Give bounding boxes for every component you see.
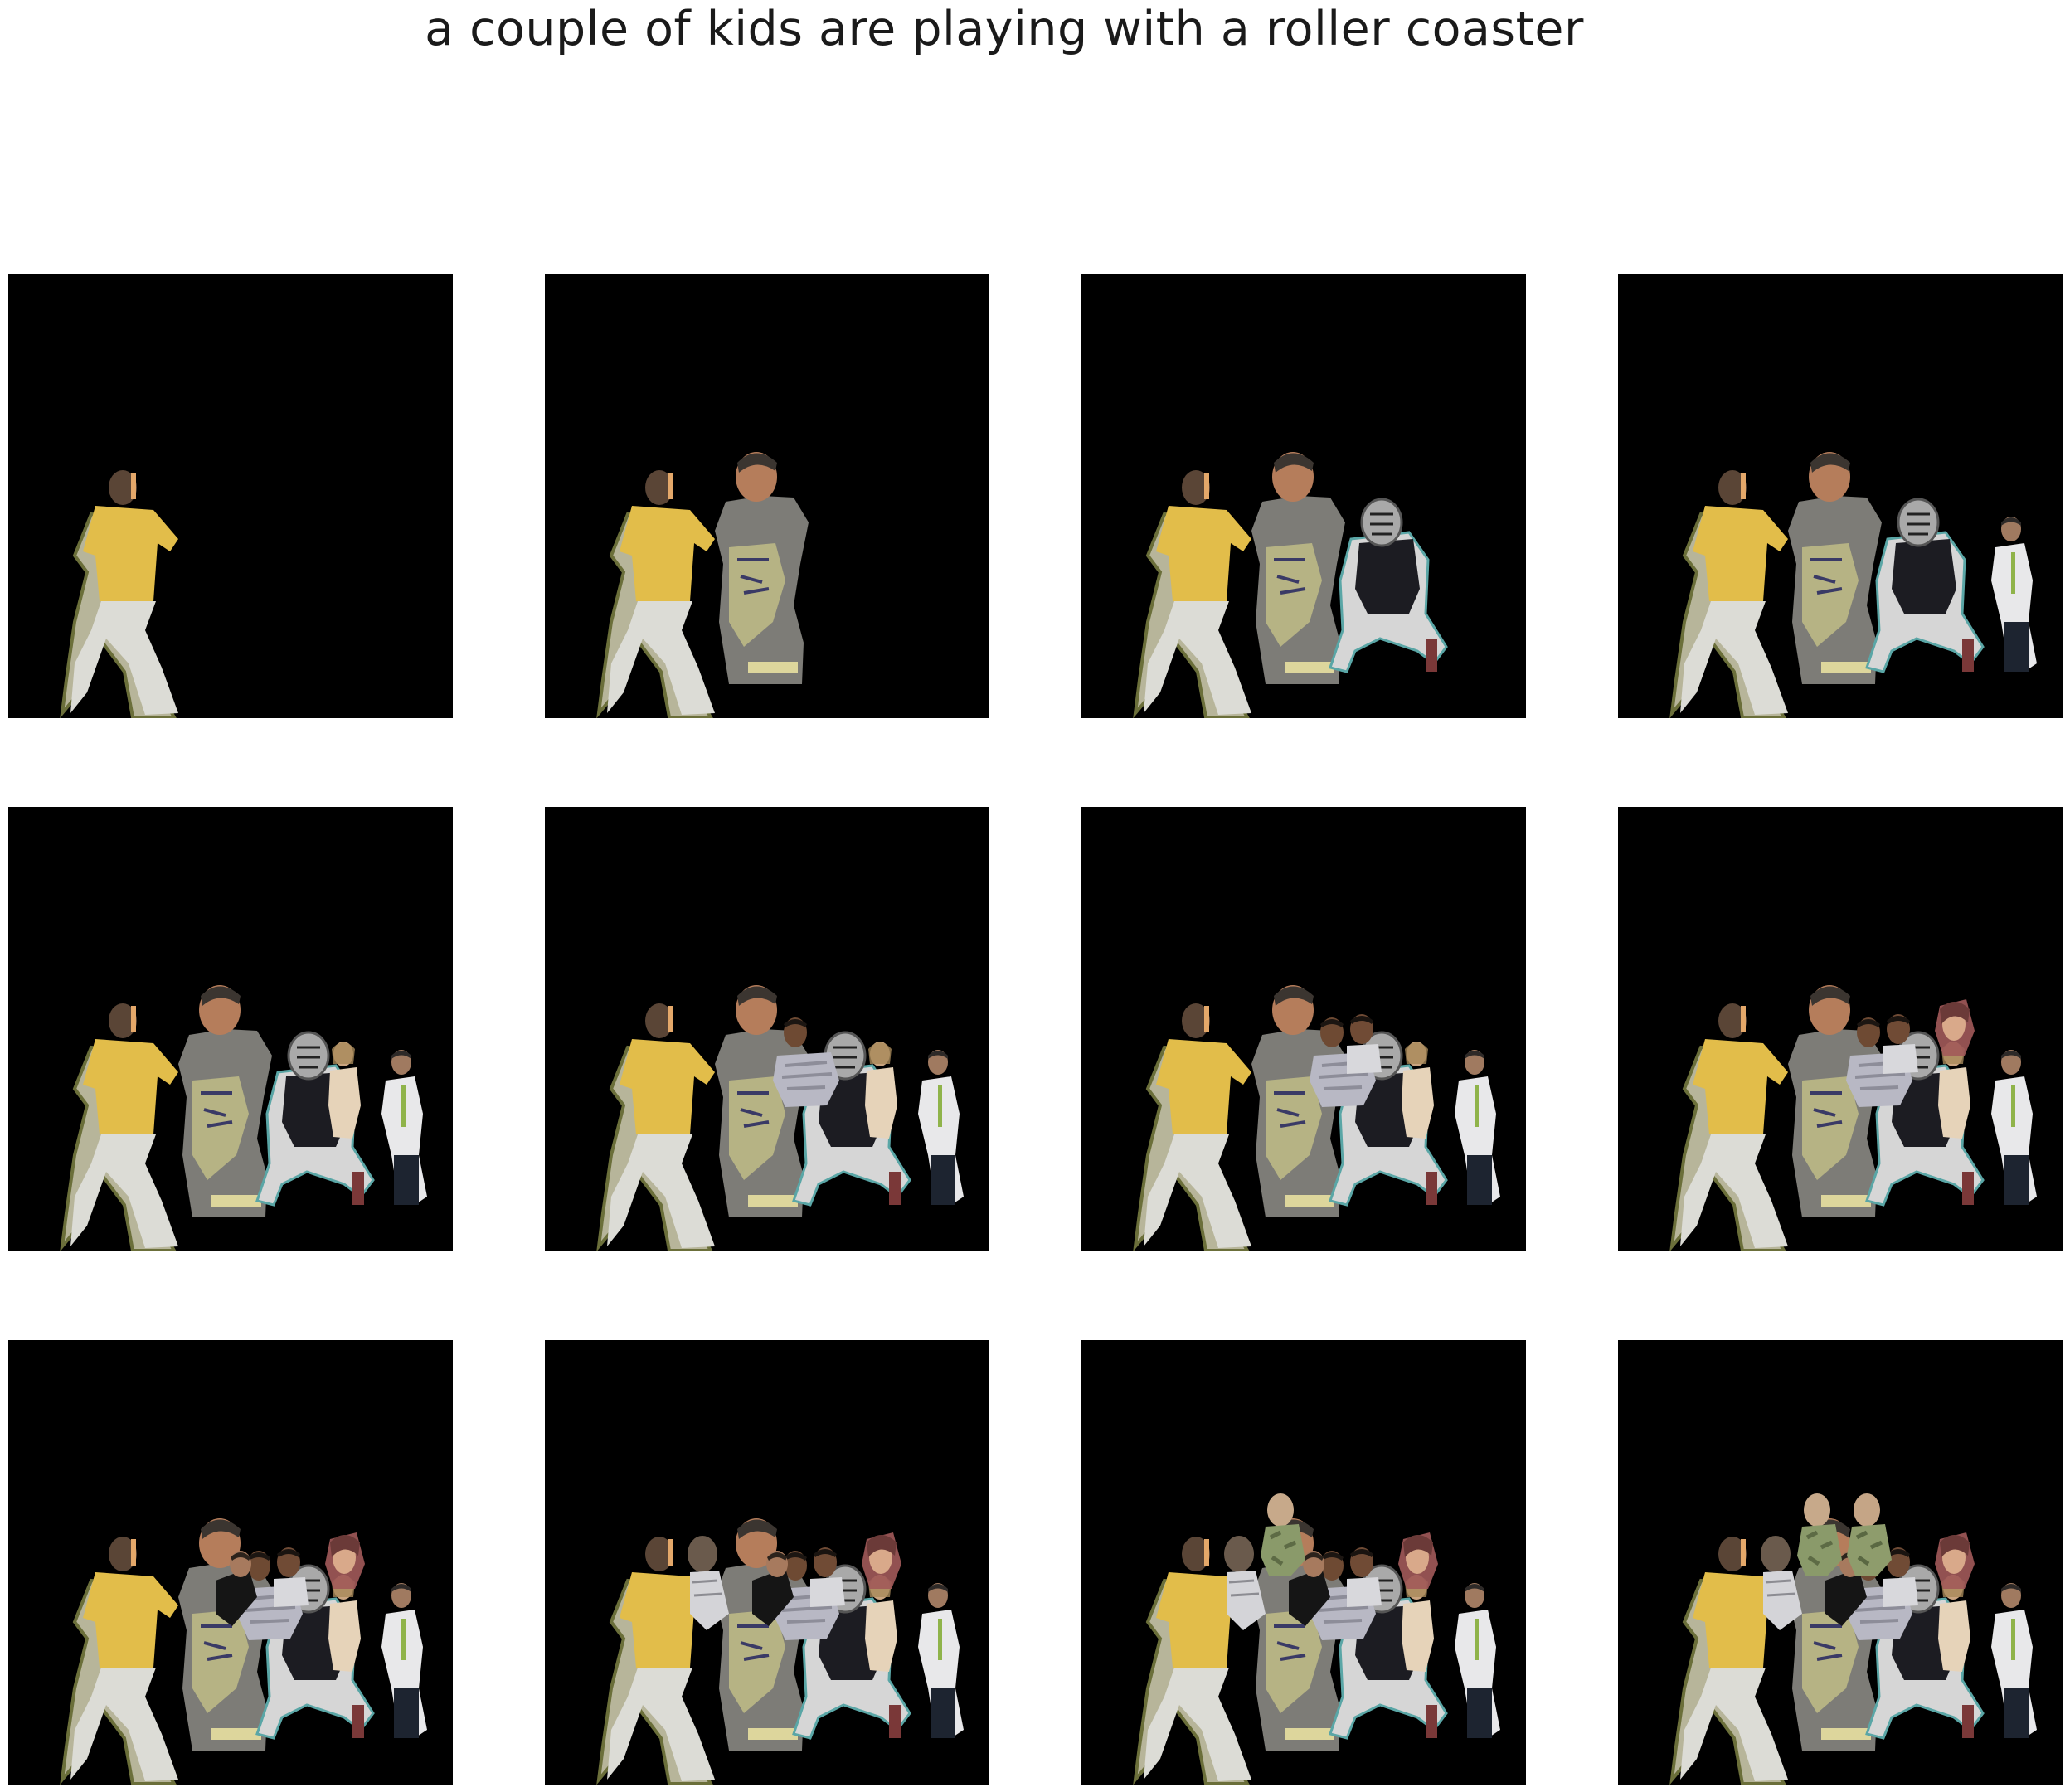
generation-step-panel	[1618, 1340, 2063, 1785]
man-white-shirt-cutout	[1991, 1050, 2037, 1205]
man-white-shirt-cutout	[381, 1583, 427, 1738]
boy-yellow-shirt-cutout	[1669, 470, 1788, 718]
boy-yellow-shirt-cutout	[596, 470, 715, 718]
woman-small-cutout	[1938, 1575, 1970, 1672]
boy-yellow-shirt-cutout	[60, 1003, 178, 1251]
soldier-camo-2-cutout	[1847, 1493, 1892, 1576]
generation-step-panel	[1618, 807, 2063, 1251]
woman-small-cutout	[328, 1575, 361, 1672]
generation-step-panel	[1081, 274, 1526, 718]
generation-step-panel	[8, 1340, 453, 1785]
woman-face-cutout	[1935, 1532, 1975, 1589]
woman-small-cutout	[1402, 1575, 1434, 1672]
boy-yellow-shirt-cutout	[60, 1537, 178, 1785]
man-white-shirt-cutout	[918, 1583, 964, 1738]
catcher-gear-cutout	[1329, 498, 1448, 673]
woman-small-cutout	[1402, 1042, 1434, 1139]
woman-face-cutout	[862, 1532, 901, 1589]
man-gray-tshirt-cutout	[1251, 452, 1345, 684]
man-white-shirt-cutout	[1991, 1583, 2037, 1738]
man-white-shirt-cutout	[1455, 1583, 1500, 1738]
woman-face-cutout	[1935, 999, 1975, 1056]
catcher-gear-cutout	[1865, 498, 1985, 673]
boy-yellow-shirt-cutout	[1133, 1003, 1251, 1251]
boy-yellow-shirt-cutout	[1669, 1003, 1788, 1251]
woman-small-cutout	[328, 1042, 361, 1139]
soldier-camo-cutout	[1797, 1493, 1842, 1576]
man-white-shirt-cutout	[918, 1050, 964, 1205]
generation-step-panel	[1618, 274, 2063, 718]
woman-small-cutout	[865, 1575, 897, 1672]
generation-step-panel	[545, 274, 989, 718]
man-gray-tshirt-cutout	[178, 985, 272, 1217]
man-white-shirt-cutout	[1991, 517, 2037, 672]
boy-yellow-shirt-cutout	[596, 1003, 715, 1251]
woman-face-cutout	[1398, 1532, 1438, 1589]
generation-step-panel	[8, 807, 453, 1251]
woman-small-cutout	[1938, 1042, 1970, 1139]
figure-title: a couple of kids are playing with a roll…	[425, 2, 1584, 56]
man-gray-tshirt-cutout	[715, 452, 809, 684]
boy-yellow-shirt-cutout	[60, 470, 178, 718]
generation-step-panel	[1081, 1340, 1526, 1785]
generation-step-panel	[1081, 807, 1526, 1251]
generation-step-panel	[545, 1340, 989, 1785]
woman-small-cutout	[865, 1042, 897, 1139]
boy-yellow-shirt-cutout	[1133, 470, 1251, 718]
man-gray-tshirt-cutout	[1788, 452, 1882, 684]
generation-step-panel	[8, 274, 453, 718]
woman-face-cutout	[325, 1532, 365, 1589]
man-white-shirt-cutout	[1455, 1050, 1500, 1205]
soldier-camo-cutout	[1261, 1493, 1305, 1576]
generation-step-panel	[545, 807, 989, 1251]
man-white-shirt-cutout	[381, 1050, 427, 1205]
